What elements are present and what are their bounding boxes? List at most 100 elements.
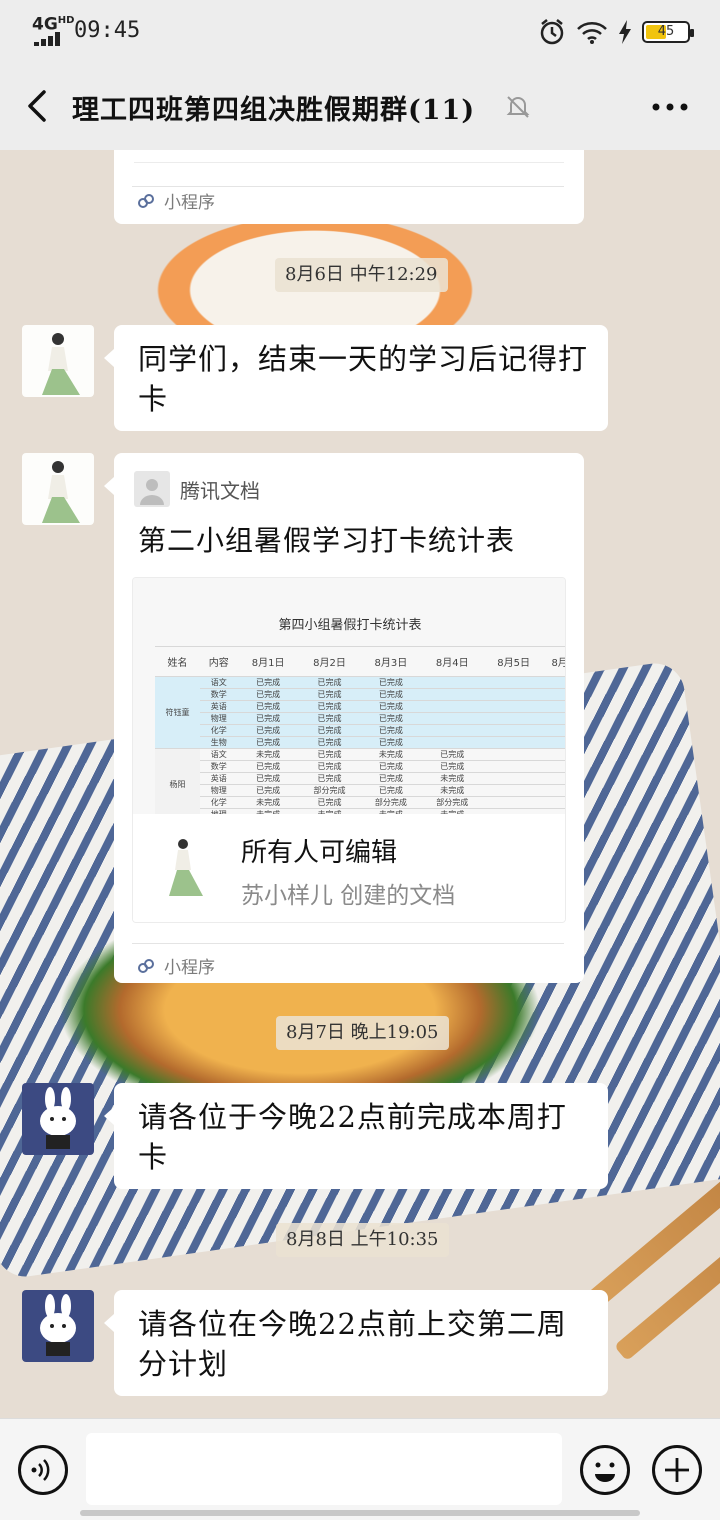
more-icon[interactable] [648,92,692,122]
signal-icon [34,32,68,46]
sheet-header-cell: 姓名 [155,646,200,677]
doc-source-label: 腾讯文档 [180,479,260,503]
sheet-cell: 已完成 [360,760,422,773]
timestamp: 8月8日 上午10:35 [276,1223,449,1257]
sheet-header-cell: 8月 [544,646,565,677]
chat-area[interactable]: 小程序 8月6日 中午12:29 同学们，结束一天的学习后记得打卡 腾讯文档 第… [0,150,720,1418]
sheet-cell: 部分完成 [421,796,483,809]
doc-preview[interactable]: 第四小组暑假打卡统计表 姓名内容8月1日8月2日8月3日8月4日8月5日8月符钰… [132,577,566,923]
sheet-cell [421,712,483,725]
sheet-cell: 已完成 [360,784,422,797]
sheet-header-cell: 8月2日 [298,646,361,677]
voice-icon [31,1459,50,1481]
sheet-cell: 未完成 [421,772,483,785]
avatar[interactable] [22,325,94,397]
sheet-header-row: 姓名内容8月1日8月2日8月3日8月4日8月5日8月 [155,646,565,677]
mini-program-card[interactable]: 小程序 [114,150,584,224]
sheet-header-cell: 8月5日 [482,646,545,677]
sheet-cell: 已完成 [360,772,422,785]
sheet-cell [421,724,483,737]
sheet-cell [482,700,545,713]
sheet-header-cell: 8月4日 [421,646,483,677]
sheet-cell [482,796,545,809]
avatar[interactable] [22,453,94,525]
sheet-cell: 已完成 [298,712,361,725]
sheet-cell: 已完成 [298,700,361,713]
sheet-cell: 已完成 [298,760,361,773]
doc-creator: 苏小样儿 创建的文档 [241,883,456,909]
sheet-cell [482,736,545,749]
sheet-cell [482,712,545,725]
sheet-row: 化学 未完成 已完成 部分完成 部分完成 [155,796,565,809]
sheet-cell: 已完成 [237,724,299,737]
charging-icon [619,20,631,44]
doc-source-icon [134,471,170,507]
chat-title: 理工四班第四组决胜假期群(11) [72,95,476,126]
avatar[interactable] [22,1083,94,1155]
message-bubble[interactable]: 请各位于今晚22点前完成本周打卡 [104,1083,608,1189]
sheet-row: 物理 已完成 部分完成 已完成 未完成 [155,784,565,797]
sheet-row: 杨阳 语文 未完成 已完成 未完成 已完成 [155,748,565,814]
voice-button[interactable] [18,1445,68,1495]
back-arrow-icon[interactable] [18,86,58,126]
sheet-cell: 已完成 [237,676,299,689]
sheet-cell: 已完成 [298,772,361,785]
sheet-row: 英语 已完成 已完成 已完成 未完成 [155,772,565,785]
sheet-cell: 英语 [199,772,238,785]
message-bubble[interactable]: 同学们，结束一天的学习后记得打卡 [104,325,608,431]
sheet-header-cell: 8月1日 [237,646,299,677]
mini-program-label: 小程序 [164,958,215,978]
doc-permission: 所有人可编辑 [241,838,398,868]
sheet-cell: 已完成 [298,796,361,809]
message-bubble[interactable]: 请各位在今晚22点前上交第二周分计划 [104,1290,608,1396]
sheet-cell: 数学 [199,688,238,701]
message-input[interactable] [86,1433,562,1505]
sheet-cell: 物理 [199,784,238,797]
emoji-icon [595,1462,615,1482]
message-text: 请各位在今晚22点前上交第二周分计划 [138,1307,567,1381]
avatar[interactable] [22,1290,94,1362]
sheet-cell: 未完成 [360,748,422,761]
sheet-cell: 已完成 [237,712,299,725]
sheet-cell: 已完成 [360,712,422,725]
sheet-title: 第四小组暑假打卡统计表 [278,618,422,633]
sheet-cell [421,736,483,749]
network-indicator: 4GHD [32,14,75,35]
sheet-cell: 部分完成 [298,784,361,797]
sheet-row: 符钰童 语文 已完成 已完成 已完成 [155,676,565,749]
sheet-cell: 已完成 [360,676,422,689]
document-share-card[interactable]: 腾讯文档 第二小组暑假学习打卡统计表 第四小组暑假打卡统计表 姓名 内容 8月1日 8… [104,453,584,983]
sheet-cell: 已完成 [237,688,299,701]
emoji-button[interactable] [580,1445,630,1495]
alarm-icon [540,19,564,45]
mini-program-footer: 小程序 [136,953,215,978]
sheet-cell: 数学 [199,760,238,773]
sheet-cell: 语文 [199,748,238,761]
timestamp: 8月6日 中午12:29 [275,258,448,292]
plus-icon [665,1458,689,1482]
message-text: 同学们，结束一天的学习后记得打卡 [138,342,589,416]
avatar-bunny-icon [40,1087,76,1149]
sheet-name-cell: 杨阳 [155,748,200,814]
sheet-row: 数学 已完成 已完成 已完成 [155,688,565,701]
sheet-cell [421,676,483,689]
sheet-cell: 已完成 [237,700,299,713]
sheet-cell: 已完成 [360,700,422,713]
sheet-cell [421,688,483,701]
sheet-cell: 部分完成 [360,796,422,809]
creator-avatar-icon [169,839,203,896]
sheet-row: 英语 已完成 已完成 已完成 [155,700,565,713]
input-bar [0,1418,720,1520]
status-icons: 45 [538,14,694,50]
mini-program-label: 小程序 [164,193,215,213]
sheet-cell: 已完成 [237,760,299,773]
sheet-cell: 已完成 [237,784,299,797]
gesture-bar [80,1510,640,1516]
sheet-cell [482,688,545,701]
plus-button[interactable] [652,1445,702,1495]
sheet-preview: 第四小组暑假打卡统计表 姓名内容8月1日8月2日8月3日8月4日8月5日8月符钰… [133,578,565,814]
sheet-cell: 已完成 [298,748,361,761]
sheet-cell: 已完成 [360,688,422,701]
timestamp: 8月7日 晚上19:05 [276,1016,449,1050]
sheet-cell [482,748,545,761]
